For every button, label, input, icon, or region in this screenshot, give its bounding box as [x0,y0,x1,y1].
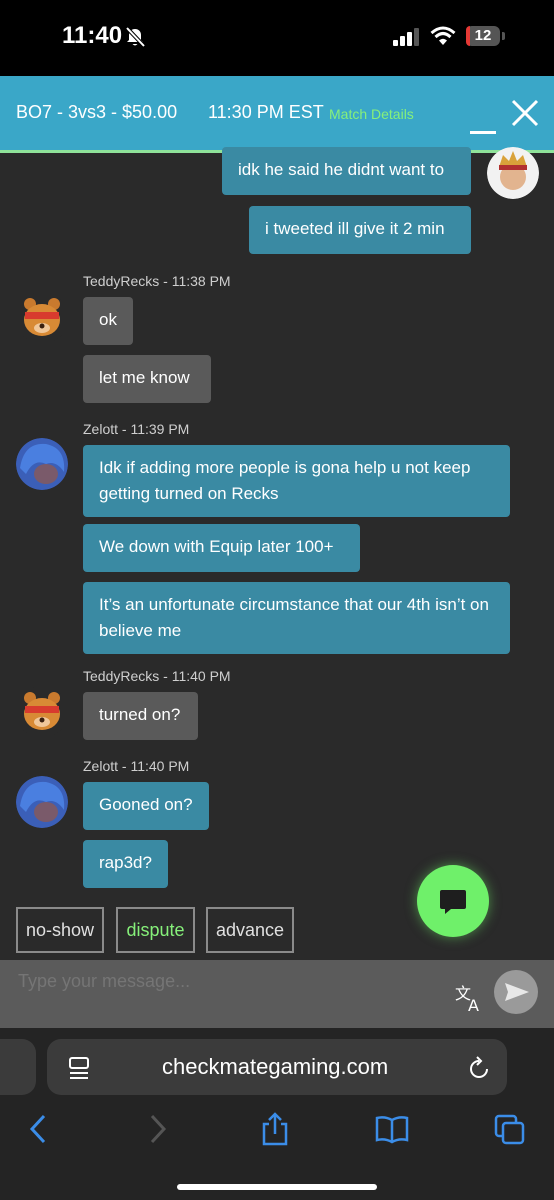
message-bubble: It’s an unfortunate circumstance that ou… [83,582,510,654]
svg-text:A: A [468,996,479,1012]
message-sender: TeddyRecks - 11:40 PM [83,668,231,684]
battery-indicator: 12 [466,26,500,46]
message-bubble: We down with Equip later 100+ [83,524,360,572]
message-bubble: rap3d? [83,840,168,888]
message-sender: Zelott - 11:40 PM [83,758,190,774]
message-sender: Zelott - 11:39 PM [83,421,190,437]
avatar [487,147,539,199]
status-time: 11:40 [62,22,123,49]
message-bubble: turned on? [83,692,198,740]
match-header: BO7 - 3vs3 - $50.00 11:30 PM EST Match D… [0,76,554,153]
message-bubble: ok [83,297,133,345]
wifi-icon [430,26,456,45]
avatar [16,776,68,828]
message-input[interactable] [16,970,420,993]
match-time: 11:30 PM EST [208,102,324,122]
status-bar: 11:40 12 [0,0,554,76]
avatar [16,438,68,490]
close-icon[interactable] [510,98,540,128]
message-bubble: let me know [83,355,211,403]
minimize-icon[interactable] [470,106,496,136]
signal-icon [393,28,419,46]
message-bubble: Idk if adding more people is gona help u… [83,445,510,517]
url-text[interactable]: checkmategaming.com [162,1054,388,1080]
chat-icon [440,890,466,914]
translate-icon[interactable]: 文 A [455,984,485,1012]
message-bubble: idk he said he didnt want to [222,147,471,195]
battery-level: 12 [474,27,492,44]
no-show-button[interactable]: no-show [16,907,104,953]
reload-icon[interactable] [467,1054,491,1080]
reader-icon[interactable] [68,1056,90,1080]
message-composer: 文 A [0,960,554,1028]
message-bubble: Gooned on? [83,782,209,830]
previous-tab[interactable] [0,1039,36,1095]
chat-button[interactable] [417,865,489,937]
send-icon [505,983,529,1001]
send-button[interactable] [494,970,538,1014]
share-icon[interactable] [260,1112,290,1146]
match-details-link[interactable]: Match Details [329,106,414,122]
match-summary: BO7 - 3vs3 - $50.00 [16,102,178,122]
advance-button[interactable]: advance [206,907,294,953]
avatar [16,686,68,738]
message-bubble: i tweeted ill give it 2 min [249,206,471,254]
avatar [16,292,68,344]
back-icon[interactable] [26,1112,50,1146]
forward-icon[interactable] [146,1112,170,1146]
tabs-icon[interactable] [494,1112,526,1146]
message-sender: TeddyRecks - 11:38 PM [83,273,231,289]
bookmarks-icon[interactable] [375,1112,409,1146]
home-indicator[interactable] [177,1184,377,1190]
bell-off-icon [125,26,146,48]
dispute-button[interactable]: dispute [116,907,195,953]
